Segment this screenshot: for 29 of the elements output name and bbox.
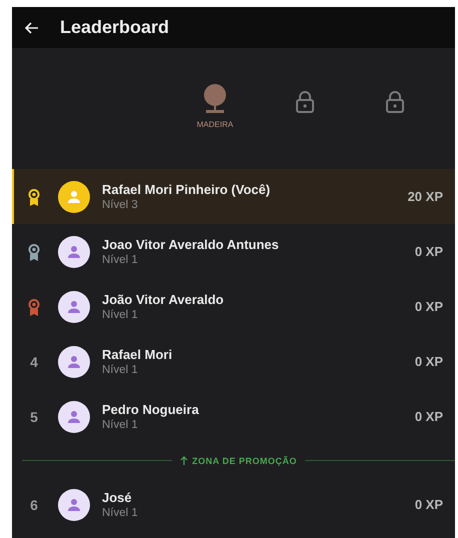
- player-name: Joao Vitor Averaldo Antunes: [102, 237, 280, 252]
- player-name: Rafael Mori: [102, 347, 174, 362]
- player-level: Nível 1: [102, 507, 139, 519]
- lock-icon[interactable]: [295, 90, 315, 114]
- rank-number: 4: [30, 354, 38, 370]
- lock-icon[interactable]: [385, 90, 405, 114]
- promotion-zone-label: ZONA DE PROMOÇÃO: [192, 456, 297, 466]
- back-icon[interactable]: [24, 20, 40, 36]
- xp-value: 20 XP: [408, 189, 443, 204]
- screen-title: Leaderboard: [60, 17, 170, 38]
- xp-value: 0 XP: [414, 497, 443, 512]
- player-level: Nível 1: [102, 419, 139, 431]
- xp-value: 0 XP: [414, 299, 443, 314]
- rank-number: 6: [30, 496, 38, 512]
- xp-value: 0 XP: [414, 244, 443, 259]
- player-level: Nível 3: [102, 199, 139, 211]
- player-level: Nível 1: [102, 364, 139, 376]
- player-level: Nível 1: [102, 254, 139, 266]
- xp-value: 0 XP: [414, 354, 443, 369]
- player-name: Rafael Mori Pinheiro (Você): [102, 182, 272, 197]
- rank-number: 5: [30, 408, 38, 424]
- player-name: Pedro Nogueira: [102, 402, 200, 417]
- tier-label: MADEIRA: [196, 120, 234, 129]
- trophy-icon[interactable]: [202, 84, 228, 114]
- player-level: Nível 1: [102, 309, 139, 321]
- xp-value: 0 XP: [414, 409, 443, 424]
- arrow-up-icon: [180, 456, 188, 465]
- player-name: José: [102, 490, 133, 505]
- player-name: João Vitor Averaldo: [102, 292, 225, 307]
